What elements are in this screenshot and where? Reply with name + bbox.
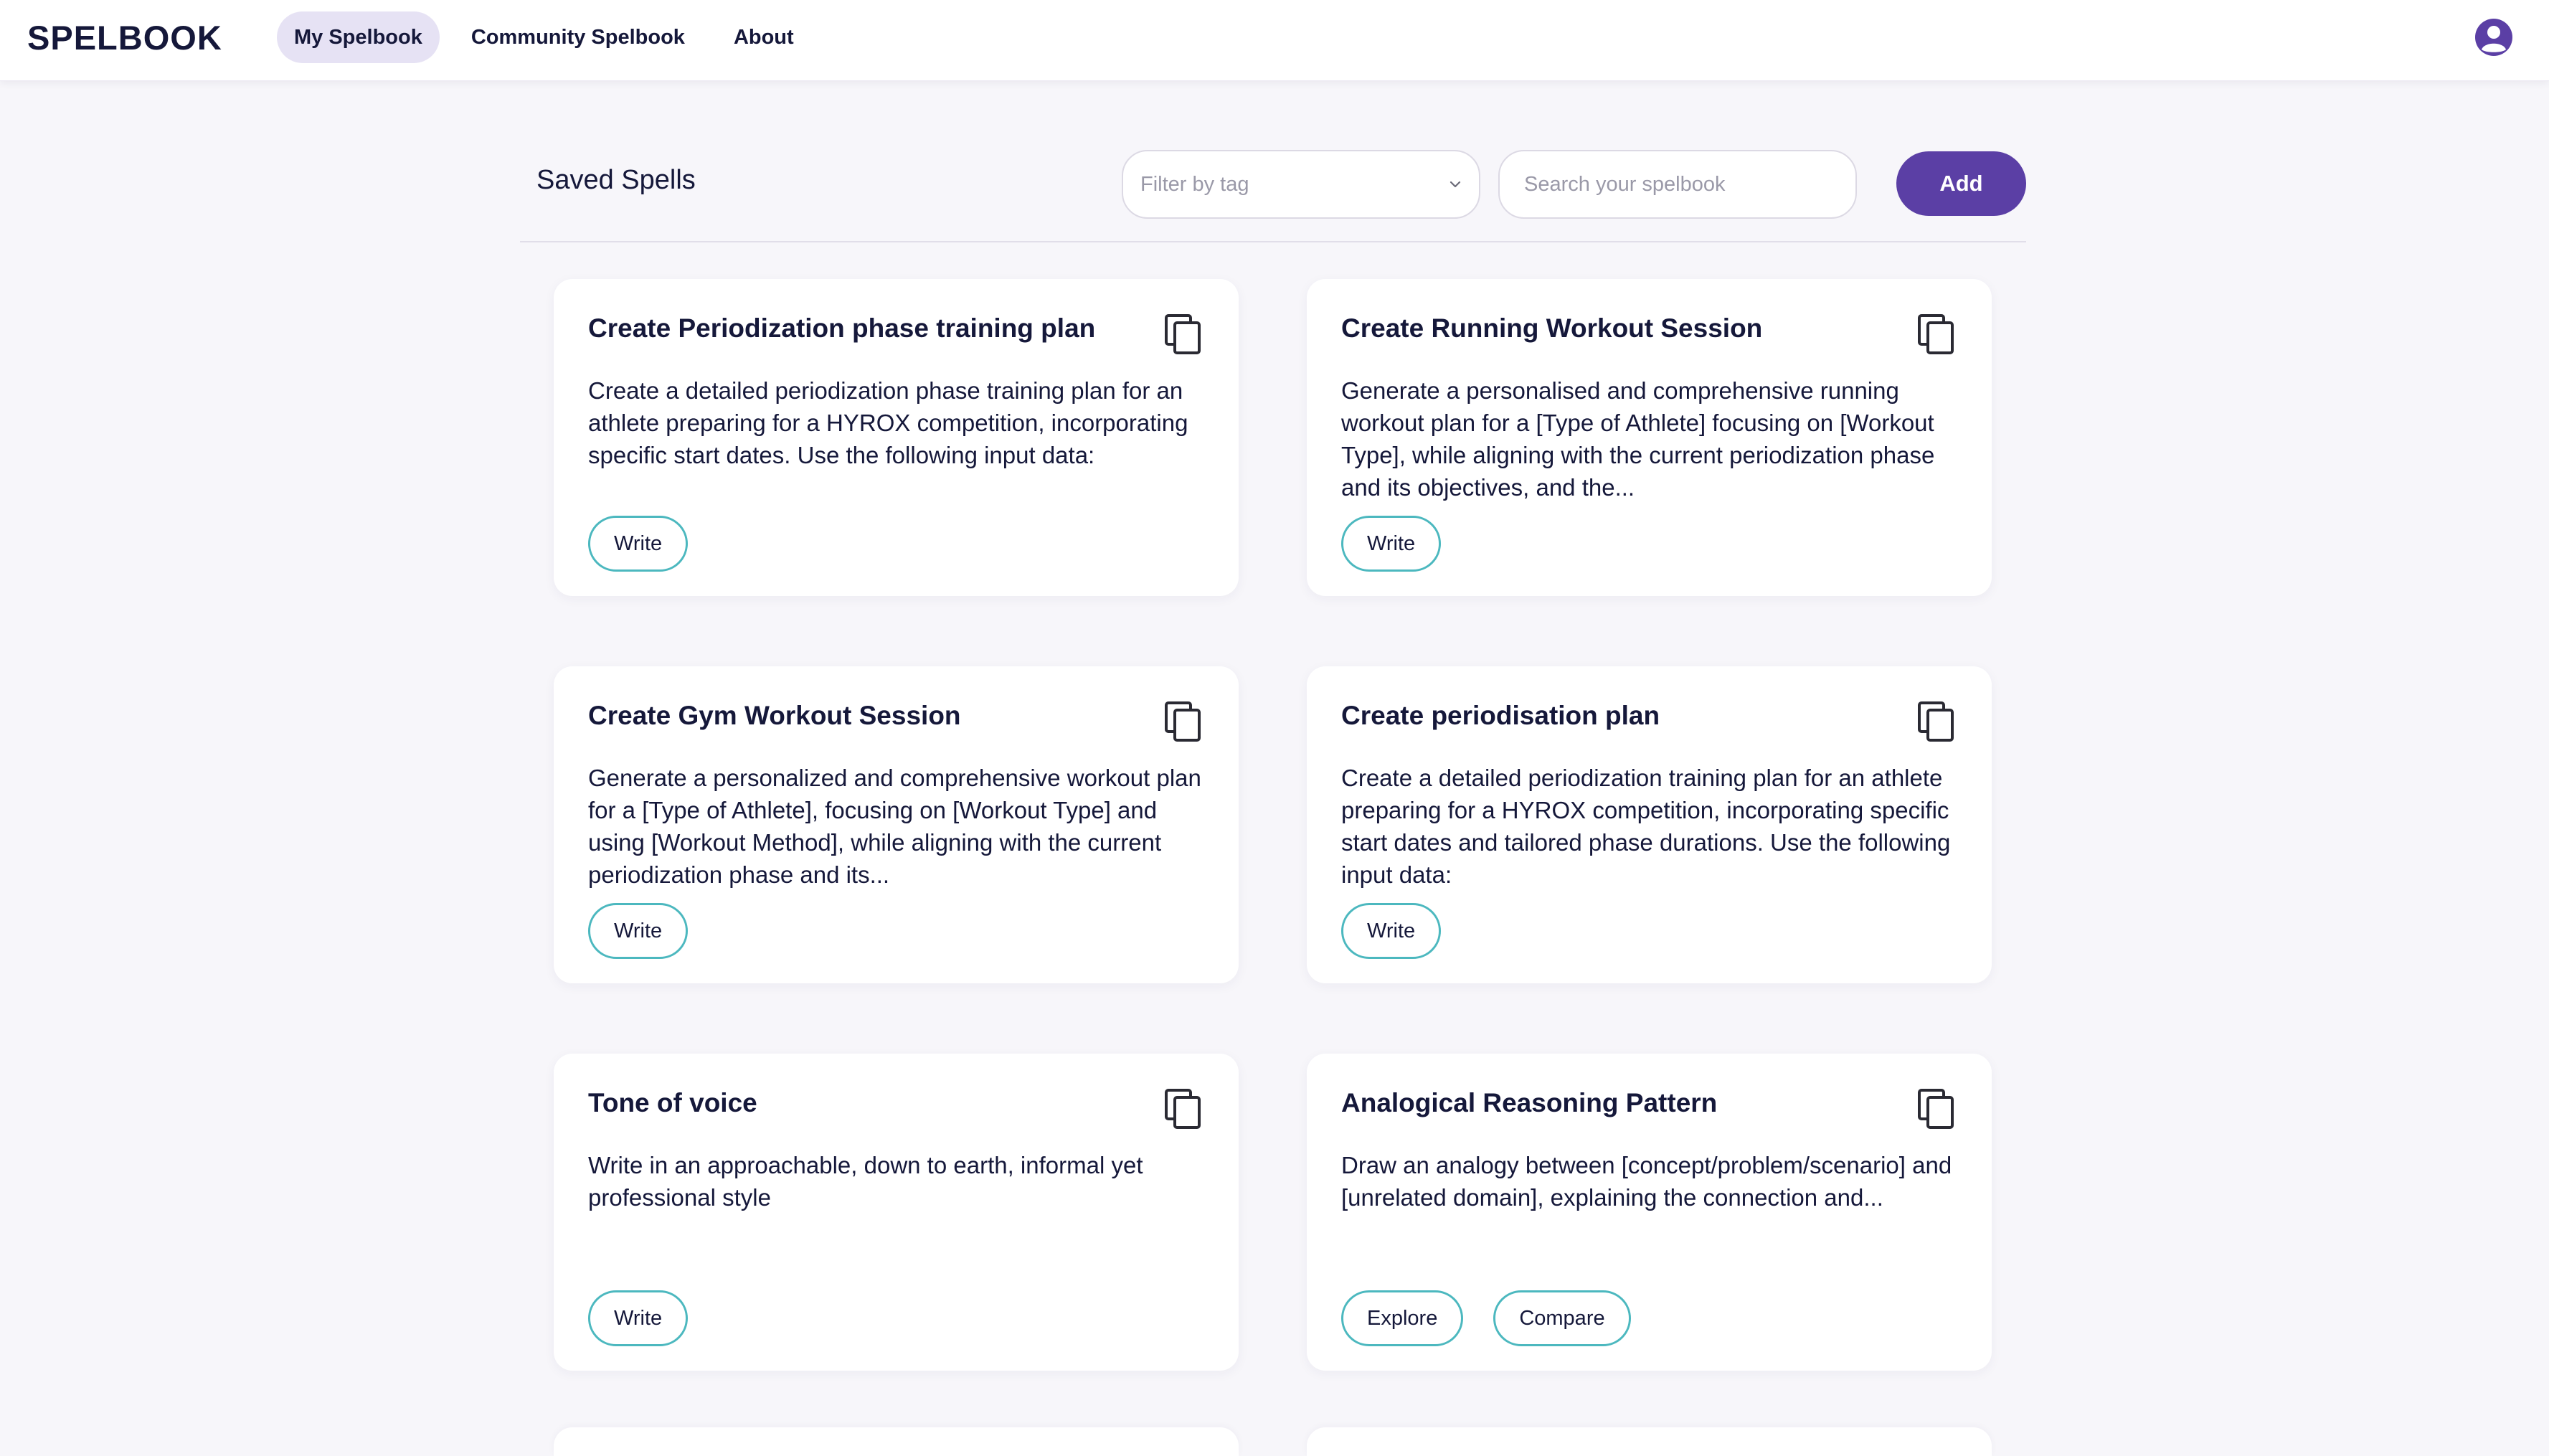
main-nav: My Spelbook Community Spelbook About xyxy=(277,11,811,63)
spell-card-actions: Write xyxy=(588,1290,689,1346)
spell-card: Create Running Workout Session Generate … xyxy=(1307,279,1992,596)
spell-card-title: Analogical Reasoning Pattern xyxy=(1341,1088,1718,1117)
spell-card-title: Create Running Workout Session xyxy=(1341,313,1763,343)
spell-card-partial xyxy=(554,1427,1239,1456)
spell-card: Create periodisation plan Create a detai… xyxy=(1307,666,1992,983)
copy-icon[interactable] xyxy=(1163,313,1203,356)
nav-item-my-spelbook[interactable]: My Spelbook xyxy=(277,11,440,63)
spell-card-description: Draw an analogy between [concept/problem… xyxy=(1341,1152,1952,1211)
spell-card-actions: Write xyxy=(588,903,689,959)
copy-icon[interactable] xyxy=(1916,313,1957,356)
copy-icon[interactable] xyxy=(1163,700,1203,743)
spell-card-partial xyxy=(1307,1427,1992,1456)
explore-button[interactable]: Explore xyxy=(1341,1290,1464,1346)
top-navigation-bar: SPELBOOK My Spelbook Community Spelbook … xyxy=(0,0,2549,81)
copy-icon[interactable] xyxy=(1163,1087,1203,1130)
spell-card-title: Create periodisation plan xyxy=(1341,701,1660,730)
nav-item-about[interactable]: About xyxy=(717,11,811,63)
spell-card-description: Generate a personalised and comprehensiv… xyxy=(1341,377,1935,501)
spell-card: Tone of voice Write in an approachable, … xyxy=(554,1054,1239,1371)
spell-card: Analogical Reasoning Pattern Draw an ana… xyxy=(1307,1054,1992,1371)
spell-card-description: Write in an approachable, down to earth,… xyxy=(588,1152,1143,1211)
spell-card-title: Tone of voice xyxy=(588,1088,757,1117)
write-button[interactable]: Write xyxy=(1341,903,1442,959)
tag-filter-placeholder: Filter by tag xyxy=(1140,172,1249,196)
add-spell-button[interactable]: Add xyxy=(1896,151,2026,216)
spell-card: Create Gym Workout Session Generate a pe… xyxy=(554,666,1239,983)
nav-item-community-spelbook[interactable]: Community Spelbook xyxy=(454,11,702,63)
spell-card-title: Create Gym Workout Session xyxy=(588,701,961,730)
copy-icon[interactable] xyxy=(1916,700,1957,743)
spell-card: Create Periodization phase training plan… xyxy=(554,279,1239,596)
spell-card-description: Create a detailed periodization training… xyxy=(1341,765,1951,888)
copy-icon[interactable] xyxy=(1916,1087,1957,1130)
search-input[interactable] xyxy=(1498,150,1857,219)
write-button[interactable]: Write xyxy=(588,903,689,959)
tag-filter-select[interactable]: Filter by tag xyxy=(1122,150,1480,219)
page-title: Saved Spells xyxy=(536,165,696,195)
compare-button[interactable]: Compare xyxy=(1493,1290,1631,1346)
user-circle-icon[interactable] xyxy=(2474,17,2514,57)
write-button[interactable]: Write xyxy=(1341,516,1442,572)
write-button[interactable]: Write xyxy=(588,1290,689,1346)
spell-card-description: Create a detailed periodization phase tr… xyxy=(588,377,1188,468)
chevron-down-icon xyxy=(1450,181,1461,188)
spell-card-actions: Write xyxy=(1341,516,1442,572)
spell-card-actions: Write xyxy=(588,516,689,572)
spell-card-actions: Explore Compare xyxy=(1341,1290,1631,1346)
spell-card-title: Create Periodization phase training plan xyxy=(588,313,1096,343)
app-logo[interactable]: SPELBOOK xyxy=(27,18,222,57)
spell-card-actions: Write xyxy=(1341,903,1442,959)
write-button[interactable]: Write xyxy=(588,516,689,572)
spell-card-description: Generate a personalized and comprehensiv… xyxy=(588,765,1201,888)
spells-toolbar: Saved Spells Filter by tag Add xyxy=(520,143,2026,242)
